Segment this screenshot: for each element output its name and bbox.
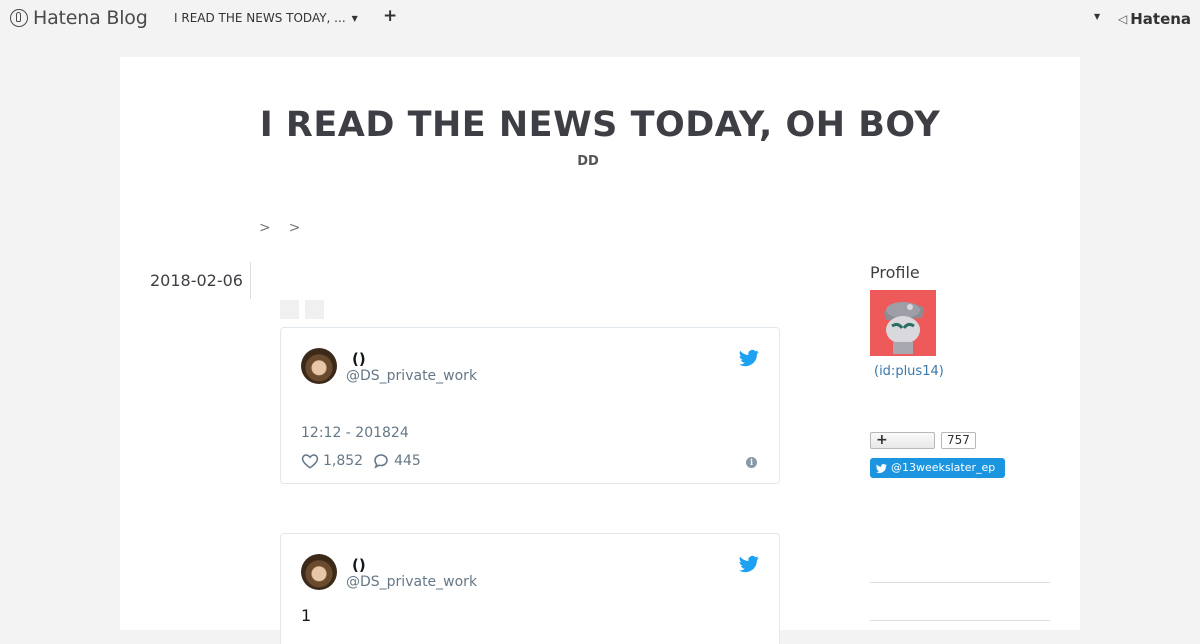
hatena-logo-icon: ◁ <box>1118 12 1128 26</box>
embedded-tweet[interactable]: () @DS_private_work 1 <box>280 533 780 644</box>
heart-icon[interactable] <box>301 452 319 470</box>
twitter-bird-icon[interactable] <box>739 554 759 574</box>
info-icon[interactable]: i <box>746 457 757 468</box>
tweet-avatar[interactable] <box>301 348 337 384</box>
category-tag[interactable] <box>280 300 299 319</box>
blog-selector[interactable]: I READ THE NEWS TODAY, ... ▼ <box>174 11 358 25</box>
tweet-author-handle[interactable]: @DS_private_work <box>346 574 477 590</box>
reply-bubble-icon[interactable] <box>372 452 390 470</box>
entry-date-text: 2018-02-06 <box>150 271 243 290</box>
hatena-logo-text: Hatena <box>1130 10 1192 28</box>
hatena-blog-logo-icon <box>10 9 28 27</box>
twitter-bird-icon[interactable] <box>739 348 759 368</box>
tweet-timestamp[interactable]: 12:12 - 201824 <box>301 425 409 441</box>
reply-count[interactable]: 445 <box>394 453 421 469</box>
breadcrumb-separator: > <box>259 220 271 236</box>
profile-heading: Profile <box>870 263 920 282</box>
tweet-avatar[interactable] <box>301 554 337 590</box>
blog-description: DD <box>577 154 599 169</box>
follower-count[interactable]: 757 <box>941 432 976 449</box>
hatena-blog-logo[interactable]: Hatena Blog <box>10 7 148 29</box>
blog-content-card: I READ THE NEWS TODAY, OH BOY DD > > 201… <box>120 57 1080 644</box>
tweet-actions: 1,852 445 <box>301 452 430 470</box>
global-header: Hatena Blog I READ THE NEWS TODAY, ... ▼… <box>0 0 1200 36</box>
like-count[interactable]: 1,852 <box>323 453 363 469</box>
breadcrumb-separator: > <box>288 220 301 236</box>
twitter-bird-icon <box>876 463 887 473</box>
profile-id-link[interactable]: (id:plus14) <box>874 364 944 379</box>
hatena-blog-logo-text: Hatena Blog <box>33 7 148 29</box>
chevron-down-icon: ▼ <box>351 13 358 23</box>
blog-title[interactable]: I READ THE NEWS TODAY, OH BOY <box>120 105 1080 145</box>
twitter-follow-button[interactable]: @13weekslater_ep <box>870 458 1005 478</box>
entry-date[interactable]: 2018-02-06 <box>150 262 251 299</box>
add-entry-button[interactable]: + <box>383 6 397 26</box>
embedded-tweet[interactable]: () @DS_private_work 12:12 - 201824 1,852… <box>280 327 780 484</box>
blog-selector-label: I READ THE NEWS TODAY, ... <box>174 11 346 25</box>
category-tag[interactable] <box>305 300 324 319</box>
tweet-text: 1 <box>301 606 312 625</box>
tweet-author-name[interactable]: () <box>352 350 366 368</box>
sidebar-divider <box>870 582 1050 583</box>
tweet-author-handle[interactable]: @DS_private_work <box>346 368 477 384</box>
profile-avatar[interactable] <box>870 290 936 356</box>
hatena-logo[interactable]: ◁ Hatena <box>1118 10 1191 28</box>
tweet-author-name[interactable]: () <box>352 556 366 574</box>
breadcrumb: > > <box>259 220 300 236</box>
twitter-follow-label: @13weekslater_ep <box>891 461 996 474</box>
profile-character-icon <box>884 302 924 354</box>
sidebar-divider <box>870 620 1050 621</box>
user-menu-chevron-down-icon[interactable]: ▼ <box>1094 12 1100 21</box>
reader-follow-button[interactable]: + <box>870 432 935 449</box>
